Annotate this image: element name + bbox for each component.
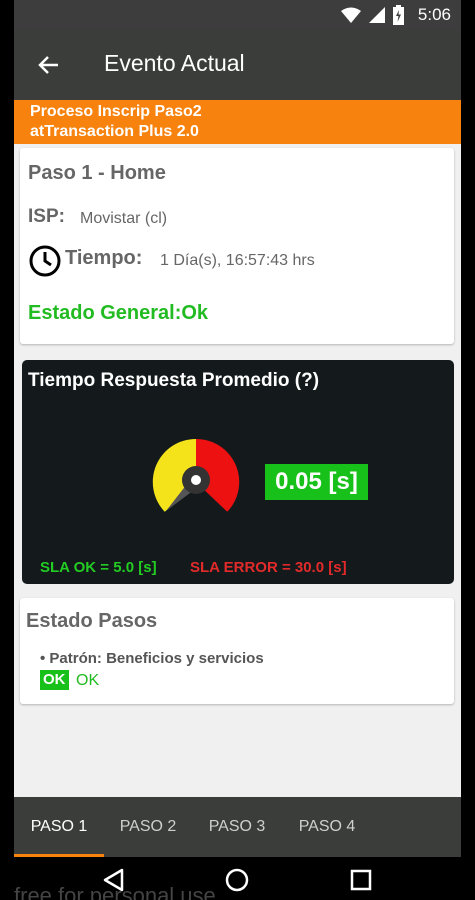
time-label: Tiempo: [65, 247, 143, 269]
step-tabs: PASO 1 PASO 2 PASO 3 PASO 4 [14, 797, 461, 857]
wifi-icon [340, 7, 361, 23]
steps-status-card: Estado Pasos • Patrón: Beneficios y serv… [20, 598, 454, 704]
summary-card: Paso 1 - Home ISP: Movistar (cl) Tiempo:… [20, 148, 454, 344]
list-item: • Patrón: Beneficios y servicios [40, 650, 264, 667]
tab-paso-4[interactable]: PASO 4 [282, 797, 372, 857]
page-title: Evento Actual [104, 50, 245, 76]
back-button[interactable] [32, 48, 66, 82]
response-time-card: Tiempo Respuesta Promedio (?) 0.05 [s] S… [22, 360, 454, 584]
square-recents-icon [350, 869, 372, 891]
clock-icon [29, 245, 61, 277]
status-time: 5:06 [417, 5, 451, 24]
navigation-bar: free for personal use [14, 857, 461, 900]
gauge-title: Tiempo Respuesta Promedio (?) [28, 370, 320, 391]
process-banner: Proceso Inscrip Paso2 atTransaction Plus… [14, 100, 461, 144]
tab-paso-3[interactable]: PASO 3 [192, 797, 282, 857]
banner-line-1: Proceso Inscrip Paso2 [30, 103, 202, 120]
step-title: Paso 1 - Home [28, 162, 166, 184]
tab-paso-2[interactable]: PASO 2 [104, 797, 192, 857]
banner-line-2: atTransaction Plus 2.0 [30, 123, 199, 140]
arrow-left-icon [38, 56, 58, 74]
response-time-value: 0.05 [s] [265, 464, 368, 500]
tab-paso-1[interactable]: PASO 1 [14, 797, 104, 857]
sla-error-label: SLA ERROR = 30.0 [s] [190, 559, 347, 576]
general-status: Estado General:Ok [28, 302, 209, 324]
app-screen: 5:06 Evento Actual Proceso Inscrip Paso2… [14, 0, 461, 900]
step-status-text: OK [76, 672, 100, 689]
status-badge: OK [40, 670, 69, 690]
steps-title: Estado Pasos [26, 610, 158, 632]
circle-home-icon [225, 868, 249, 892]
battery-charging-icon [392, 5, 404, 25]
time-value: 1 Día(s), 16:57:43 hrs [160, 252, 315, 269]
isp-value: Movistar (cl) [80, 210, 168, 227]
nav-home-button[interactable] [224, 867, 250, 893]
signal-icon [368, 7, 385, 23]
gauge-hub-center [191, 475, 201, 485]
triangle-back-icon [103, 868, 124, 892]
status-bar: 5:06 [14, 0, 461, 30]
response-gauge [152, 438, 240, 512]
isp-label: ISP: [28, 206, 65, 227]
app-bar: Evento Actual [14, 30, 461, 100]
nav-recents-button[interactable] [348, 867, 374, 893]
nav-back-button[interactable] [100, 867, 126, 893]
sla-ok-label: SLA OK = 5.0 [s] [40, 559, 157, 576]
